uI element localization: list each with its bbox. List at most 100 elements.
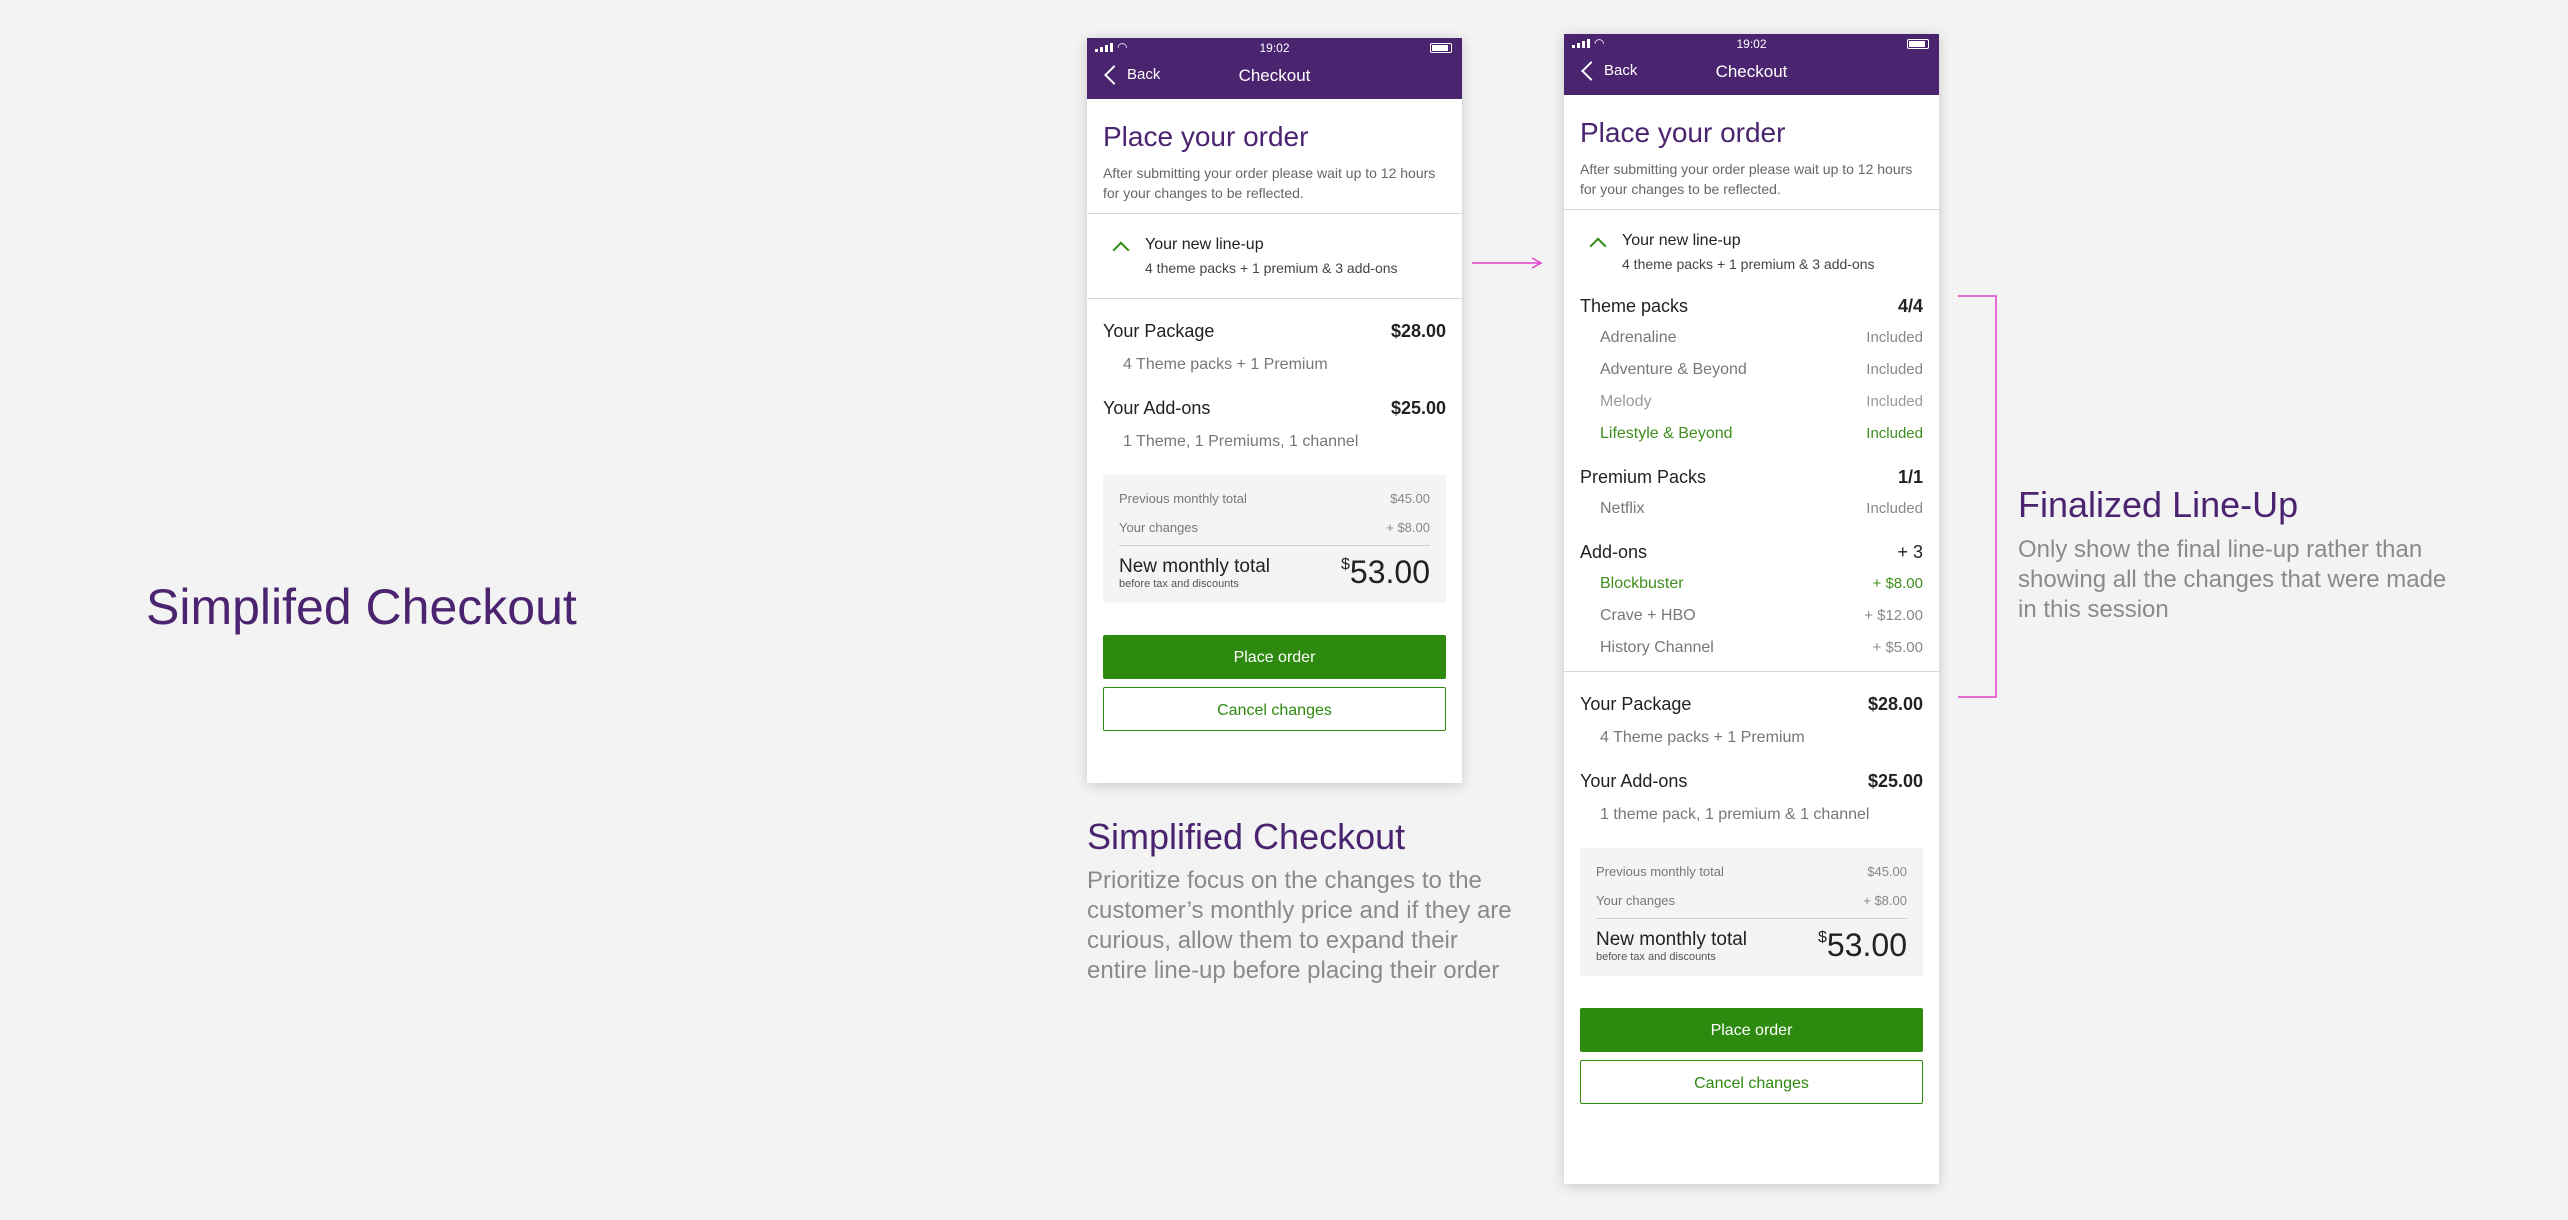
caption-line: Prioritize focus on the changes to the [1087,867,1482,894]
subtext-line: After submitting your order please wait … [1103,165,1436,181]
list-item-value: Included [1866,500,1923,517]
previous-total-value: $45.00 [1390,491,1430,506]
list-item-name: Blockbuster [1600,575,1684,592]
package-price: $28.00 [1867,694,1923,714]
list-item: Netflix Included [1580,500,1923,518]
caption-line: entire line-up before placing their orde… [1087,957,1500,984]
place-order-button[interactable]: Place order [1103,635,1446,679]
checkout-heading: Place your order [1103,121,1309,152]
addons-row: Your Add-ons $25.00 [1580,771,1923,792]
theme-packs-count: 4/4 [1897,296,1923,316]
list-item-name: Lifestyle & Beyond [1600,425,1733,442]
list-item-value: + $5.00 [1872,639,1923,656]
changes-value: + $8.00 [1863,893,1907,908]
previous-total-value: $45.00 [1867,864,1907,879]
package-label: Your Package [1580,694,1692,714]
new-total-value: 53.00 [1349,554,1430,590]
new-total-row: New monthly total before tax and discoun… [1119,554,1430,591]
caption-line: showing all the changes that were made [2018,566,2447,593]
list-item-name: Melody [1600,393,1652,410]
lineup-toggle[interactable]: Your new line-up 4 theme packs + 1 premi… [1103,214,1446,298]
list-item-value: Included [1866,361,1923,378]
caption-title-finalized: Finalized Line-Up [2018,484,2299,525]
package-row: Your Package $28.00 [1103,321,1446,342]
caption-text-finalized: Only show the final line-up rather than … [2018,535,2446,625]
new-total-labels: New monthly total before tax and discoun… [1596,929,1747,963]
chevron-up-icon [1589,237,1607,255]
new-total-labels: New monthly total before tax and discoun… [1119,556,1270,590]
list-item: Adventure & Beyond Included [1580,361,1923,379]
list-item: Adrenaline Included [1580,329,1923,347]
changes-value: + $8.00 [1386,520,1430,535]
battery-icon [1430,43,1452,53]
addons-label: Your Add-ons [1580,771,1688,791]
nav-bar: Back Checkout [1087,58,1462,98]
caption-line: in this session [2018,596,2169,623]
caption-text-simplified: Prioritize focus on the changes to the c… [1087,866,1512,986]
list-item-value: Included [1866,393,1923,410]
package-price: $28.00 [1390,321,1446,341]
battery-icon [1907,39,1929,49]
changes-row: Your changes + $8.00 [1119,520,1430,546]
previous-total-row: Previous monthly total $45.00 [1119,491,1430,506]
subtext-line: for your changes to be reflected. [1103,185,1304,201]
addons-detail: 1 Theme, 1 Premiums, 1 channel [1123,433,1359,450]
checkout-body: Place your order After submitting your o… [1087,121,1462,731]
new-total-price: $53.00 [1341,554,1430,591]
package-label: Your Package [1103,321,1215,341]
annotation-arrow [1472,257,1543,269]
premium-packs-label: Premium Packs [1580,467,1707,487]
lineup-toggle[interactable]: Your new line-up 4 theme packs + 1 premi… [1580,210,1923,288]
new-total-label: New monthly total [1119,555,1271,577]
list-item-name: Crave + HBO [1600,607,1696,624]
subtext-line: After submitting your order please wait … [1580,161,1913,177]
list-item-value: + $8.00 [1872,575,1923,592]
new-total-sub: before tax and discounts [1119,577,1239,590]
currency-symbol: $ [1818,929,1827,946]
app-header: ◠ 19:02 Back Checkout [1564,34,1939,95]
addons-list-label: Add-ons [1580,542,1648,562]
status-time: 19:02 [1259,41,1290,55]
previous-total-label: Previous monthly total [1596,864,1724,879]
theme-packs-label: Theme packs [1580,296,1689,316]
checkout-body: Place your order After submitting your o… [1564,117,1939,1104]
phone-screen-expanded: ◠ 19:02 Back Checkout Place your order A… [1564,34,1939,1184]
changes-row: Your changes + $8.00 [1596,893,1907,919]
list-item-name: Adrenaline [1600,329,1677,346]
list-item-name: History Channel [1600,639,1714,656]
list-item: History Channel + $5.00 [1580,639,1923,657]
list-item-name: Adventure & Beyond [1600,361,1747,378]
app-header: ◠ 19:02 Back Checkout [1087,38,1462,99]
currency-symbol: $ [1341,556,1350,573]
addons-row: Your Add-ons $25.00 [1103,398,1446,419]
package-row: Your Package $28.00 [1580,694,1923,715]
package-detail: 4 Theme packs + 1 Premium [1123,356,1328,373]
page-title: Simplifed Checkout [146,579,577,635]
checkout-subtext: After submitting your order please wait … [1580,159,1923,199]
new-total-label: New monthly total [1596,928,1748,950]
caption-line: curious, allow them to expand their [1087,927,1458,954]
list-item-value: Included [1866,329,1923,346]
lineup-summary: 4 theme packs + 1 premium & 3 add-ons [1145,260,1398,276]
theme-packs-header: Theme packs 4/4 [1580,296,1923,317]
totals-box: Previous monthly total $45.00 Your chang… [1580,848,1923,976]
new-total-sub: before tax and discounts [1596,950,1716,963]
list-item: Melody Included [1580,393,1923,411]
caption-title-simplified: Simplified Checkout [1087,816,1406,857]
subtext-line: for your changes to be reflected. [1580,181,1781,197]
list-item-new: Blockbuster + $8.00 [1580,575,1923,593]
addons-detail: 1 theme pack, 1 premium & 1 channel [1600,806,1870,823]
caption-line: Only show the final line-up rather than [2018,536,2423,563]
premium-packs-header: Premium Packs 1/1 [1580,467,1923,488]
cancel-changes-button[interactable]: Cancel changes [1103,687,1446,731]
lineup-summary: 4 theme packs + 1 premium & 3 add-ons [1622,256,1875,272]
new-total-row: New monthly total before tax and discoun… [1596,927,1907,964]
cancel-changes-button[interactable]: Cancel changes [1580,1060,1923,1104]
totals-box: Previous monthly total $45.00 Your chang… [1103,475,1446,603]
addons-list-header: Add-ons + 3 [1580,542,1923,563]
checkout-subtext: After submitting your order please wait … [1103,163,1446,203]
chevron-up-icon [1112,241,1130,259]
place-order-button[interactable]: Place order [1580,1008,1923,1052]
premium-packs-count: 1/1 [1897,467,1923,487]
divider [1564,671,1939,672]
